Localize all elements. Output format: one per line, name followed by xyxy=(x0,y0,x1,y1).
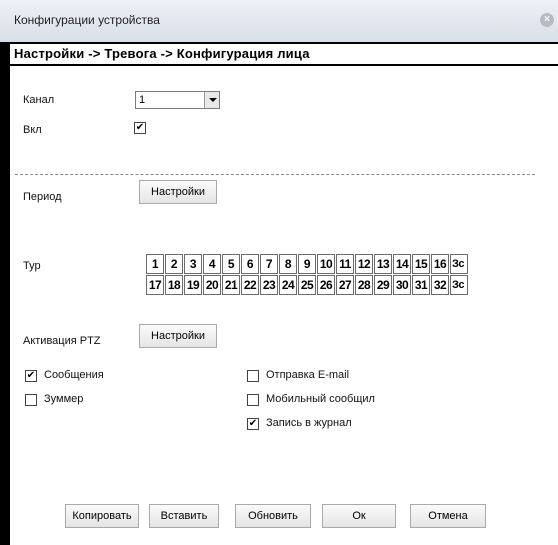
ptz-settings-button[interactable]: Настройки xyxy=(139,324,217,348)
config-panel: Настройки -> Тревога -> Конфигурация лиц… xyxy=(10,44,558,545)
tour-cell[interactable]: 24 xyxy=(279,275,297,295)
window-title: Конфигурации устройства xyxy=(14,13,160,27)
buzzer-label: Зуммер xyxy=(44,393,84,405)
paste-button[interactable]: Вставить xyxy=(149,504,219,528)
breadcrumb: Настройки -> Тревога -> Конфигурация лиц… xyxy=(10,44,558,66)
tour-cell[interactable]: 13 xyxy=(374,254,392,274)
tour-cell[interactable]: 1 xyxy=(146,254,164,274)
tour-cell[interactable]: 31 xyxy=(412,275,430,295)
tour-cell[interactable]: 28 xyxy=(355,275,373,295)
tour-cell[interactable]: 25 xyxy=(298,275,316,295)
tour-cell[interactable]: 32 xyxy=(431,275,449,295)
tour-row-2: 17 18 19 20 21 22 23 24 25 26 27 28 29 30 31 32 Зс xyxy=(146,275,502,295)
tour-grid: 1 2 3 4 5 6 7 8 9 10 11 12 13 14 15 16 Зс 17 18 19 20 21 22 23… xyxy=(146,254,502,296)
tour-cell[interactable]: Зс xyxy=(450,275,468,295)
ptz-label: Активация PTZ xyxy=(23,335,101,347)
tour-cell[interactable]: 26 xyxy=(317,275,335,295)
refresh-button[interactable]: Обновить xyxy=(235,504,311,528)
tour-cell[interactable]: 17 xyxy=(146,275,164,295)
mobile-label: Мобильный сообщил xyxy=(266,393,375,405)
tour-cell[interactable]: 16 xyxy=(431,254,449,274)
tour-cell[interactable]: 12 xyxy=(355,254,373,274)
cancel-button[interactable]: Отмена xyxy=(410,504,486,528)
enable-checkbox[interactable]: ✔ xyxy=(134,122,146,134)
tour-cell[interactable]: 14 xyxy=(393,254,411,274)
tour-cell[interactable]: Зс xyxy=(450,254,468,274)
messages-checkbox[interactable]: ✔ xyxy=(25,370,37,382)
log-checkbox[interactable]: ✔ xyxy=(247,418,259,430)
tour-cell[interactable]: 9 xyxy=(298,254,316,274)
tour-cell[interactable]: 4 xyxy=(203,254,221,274)
tour-cell[interactable]: 19 xyxy=(184,275,202,295)
tour-label: Тур xyxy=(23,260,41,272)
close-icon[interactable]: × xyxy=(540,13,554,27)
tour-cell[interactable]: 10 xyxy=(317,254,335,274)
tour-cell[interactable]: 23 xyxy=(260,275,278,295)
config-window: Конфигурации устройства × Настройки -> Т… xyxy=(0,0,558,545)
log-label: Запись в журнал xyxy=(266,417,352,429)
tour-cell[interactable]: 7 xyxy=(260,254,278,274)
tour-cell[interactable]: 15 xyxy=(412,254,430,274)
title-bar: Конфигурации устройства × xyxy=(0,0,558,42)
messages-label: Сообщения xyxy=(44,369,104,381)
tour-cell[interactable]: 27 xyxy=(336,275,354,295)
tour-cell[interactable]: 11 xyxy=(336,254,354,274)
copy-button[interactable]: Копировать xyxy=(65,504,139,528)
tour-cell[interactable]: 29 xyxy=(374,275,392,295)
period-label: Период xyxy=(23,191,62,203)
buzzer-checkbox[interactable] xyxy=(25,394,37,406)
tour-cell[interactable]: 5 xyxy=(222,254,240,274)
channel-select[interactable]: 1 xyxy=(135,91,220,109)
email-checkbox[interactable] xyxy=(247,370,259,382)
mobile-checkbox[interactable] xyxy=(247,394,259,406)
enable-label: Вкл xyxy=(23,124,42,136)
tour-cell[interactable]: 30 xyxy=(393,275,411,295)
tour-cell[interactable]: 18 xyxy=(165,275,183,295)
tour-cell[interactable]: 22 xyxy=(241,275,259,295)
channel-label: Канал xyxy=(23,94,55,106)
tour-cell[interactable]: 6 xyxy=(241,254,259,274)
channel-value: 1 xyxy=(139,94,146,106)
ok-button[interactable]: Ок xyxy=(322,504,396,528)
tour-cell[interactable]: 2 xyxy=(165,254,183,274)
email-label: Отправка E-mail xyxy=(266,369,350,381)
tour-cell[interactable]: 20 xyxy=(203,275,221,295)
tour-cell[interactable]: 3 xyxy=(184,254,202,274)
period-settings-button[interactable]: Настройки xyxy=(139,180,217,204)
chevron-down-icon[interactable] xyxy=(204,92,219,108)
section-divider xyxy=(15,174,535,175)
tour-cell[interactable]: 21 xyxy=(222,275,240,295)
tour-row-1: 1 2 3 4 5 6 7 8 9 10 11 12 13 14 15 16 Зс xyxy=(146,254,502,274)
tour-cell[interactable]: 8 xyxy=(279,254,297,274)
